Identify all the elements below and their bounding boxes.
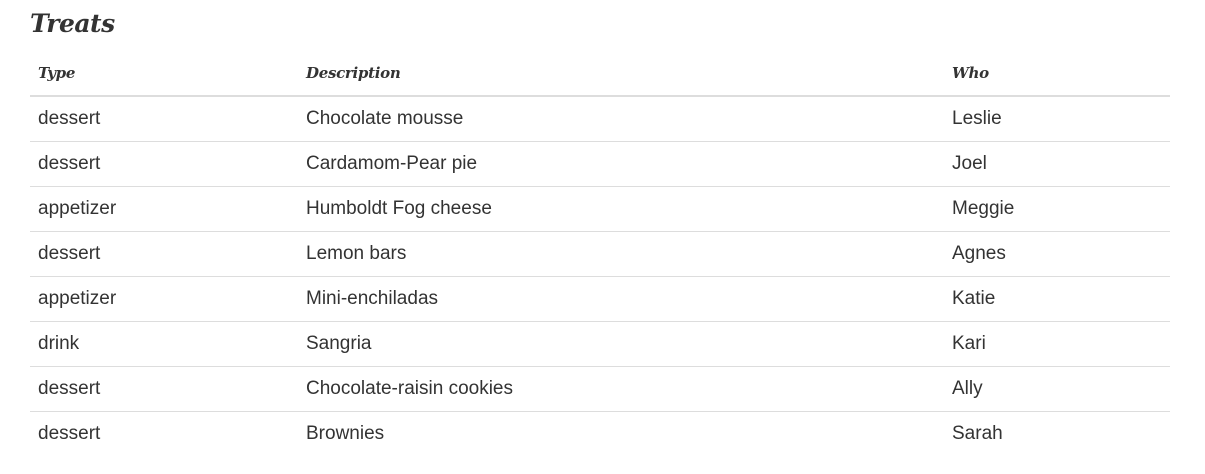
cell-who: Katie — [944, 276, 1170, 322]
table-row: dessert Chocolate-raisin cookies Ally — [30, 366, 1170, 412]
table-row: dessert Chocolate mousse Leslie — [30, 96, 1170, 142]
table-row: dessert Brownies Sarah — [30, 412, 1170, 457]
cell-description: Humboldt Fog cheese — [298, 186, 944, 232]
cell-who: Agnes — [944, 231, 1170, 277]
cell-description: Sangria — [298, 321, 944, 367]
cell-who: Leslie — [944, 96, 1170, 142]
table-row: dessert Lemon bars Agnes — [30, 231, 1170, 277]
cell-type: dessert — [30, 141, 298, 187]
cell-type: dessert — [30, 231, 298, 277]
table-header-row: Type Description Who — [30, 51, 1170, 97]
table-row: dessert Cardamom-Pear pie Joel — [30, 141, 1170, 187]
cell-description: Brownies — [306, 423, 385, 444]
table-row: appetizer Humboldt Fog cheese Meggie — [30, 186, 1170, 232]
table-row: drink Sangria Kari — [30, 321, 1170, 367]
cell-description: Mini-enchiladas — [298, 276, 944, 322]
cell-type: dessert — [38, 423, 101, 444]
cell-description: Chocolate-raisin cookies — [298, 366, 944, 412]
cell-who: Ally — [944, 366, 1170, 412]
cell-type: drink — [30, 321, 298, 367]
cell-who: Kari — [944, 321, 1170, 367]
cell-who: Sarah — [952, 423, 1003, 444]
cell-description: Lemon bars — [298, 231, 944, 277]
table-row: appetizer Mini-enchiladas Katie — [30, 276, 1170, 322]
column-header-type: Type — [30, 51, 298, 97]
column-header-description: Description — [298, 51, 944, 97]
cell-type: dessert — [30, 366, 298, 412]
cell-type: appetizer — [30, 186, 298, 232]
treats-table: Type Description Who dessert Chocolate m… — [30, 51, 1170, 456]
section-title: Treats — [30, 9, 115, 38]
column-header-who: Who — [944, 51, 1170, 97]
cell-who: Meggie — [944, 186, 1170, 232]
cell-who: Joel — [944, 141, 1170, 187]
cell-type: dessert — [30, 96, 298, 142]
cell-description: Chocolate mousse — [298, 96, 944, 142]
cell-type: appetizer — [30, 276, 298, 322]
cell-description: Cardamom-Pear pie — [298, 141, 944, 187]
